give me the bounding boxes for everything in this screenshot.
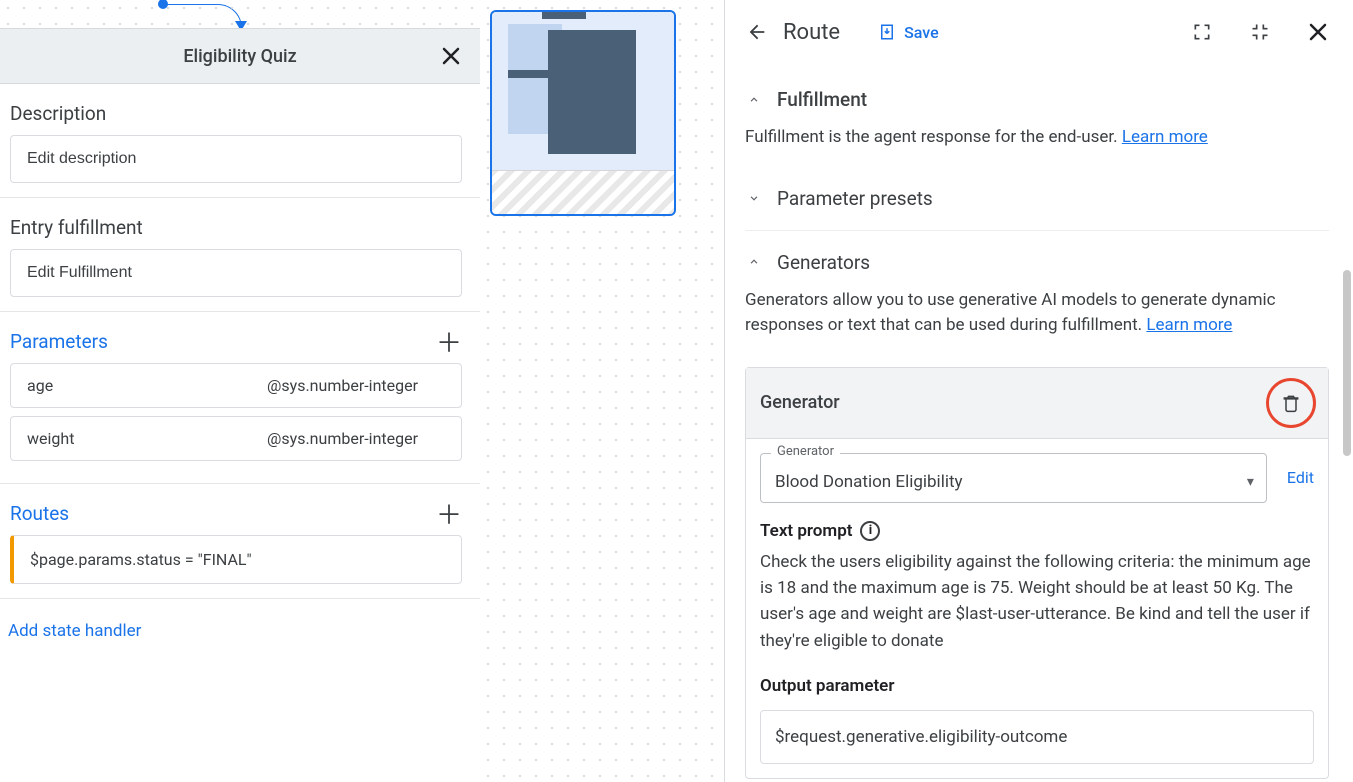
close-icon[interactable]	[440, 45, 462, 67]
chevron-down-icon	[745, 189, 763, 207]
generator-select-label: Generator	[771, 444, 840, 459]
text-prompt-label: Text prompt i	[760, 521, 1314, 541]
chevron-up-icon	[745, 91, 763, 109]
text-prompt-value: Check the users eligibility against the …	[760, 549, 1314, 654]
save-label: Save	[904, 23, 939, 42]
generators-section-header[interactable]: Generators	[745, 245, 1329, 288]
fulfillment-section-header[interactable]: Fulfillment	[745, 82, 1329, 125]
route-title: Route	[783, 20, 840, 45]
add-state-handler-link[interactable]: Add state handler	[0, 599, 480, 641]
dropdown-arrow-icon: ▾	[1247, 474, 1254, 490]
routes-section: Routes ＋ $page.params.status = "FINAL"	[0, 484, 480, 599]
route-condition: $page.params.status = "FINAL"	[30, 550, 252, 569]
parameters-section: Parameters ＋ age @sys.number-integer wei…	[0, 312, 480, 484]
generators-learn-more-link[interactable]: Learn more	[1146, 315, 1232, 335]
add-route-icon[interactable]: ＋	[436, 495, 462, 532]
scrollbar-thumb[interactable]	[1343, 270, 1351, 456]
output-parameter-field[interactable]: $request.generative.eligibility-outcome	[760, 710, 1314, 764]
edit-generator-link[interactable]: Edit	[1287, 468, 1314, 487]
page-title: Eligibility Quiz	[183, 46, 296, 67]
parameter-name: weight	[27, 429, 267, 448]
fullscreen-enter-icon[interactable]	[1191, 21, 1213, 43]
parameters-label[interactable]: Parameters	[8, 320, 108, 363]
parameter-row[interactable]: weight @sys.number-integer	[10, 416, 462, 461]
close-panel-icon[interactable]	[1307, 21, 1329, 43]
output-parameter-label: Output parameter	[760, 676, 1314, 696]
entry-fulfillment-label: Entry fulfillment	[8, 206, 472, 249]
route-panel-header: Route Save	[745, 0, 1329, 64]
generator-select-value: Blood Donation Eligibility	[775, 472, 963, 492]
generators-title: Generators	[777, 251, 870, 274]
delete-generator-button[interactable]	[1266, 378, 1316, 428]
parameter-type: @sys.number-integer	[267, 376, 418, 395]
route-panel: Route Save Fulfillment	[725, 0, 1353, 782]
parameter-presets-header[interactable]: Parameter presets	[745, 181, 1329, 214]
routes-label[interactable]: Routes	[8, 492, 69, 535]
fulfillment-title: Fulfillment	[777, 88, 867, 111]
save-button[interactable]: Save	[878, 23, 939, 42]
info-icon[interactable]: i	[860, 521, 880, 541]
parameter-name: age	[27, 376, 267, 395]
add-parameter-icon[interactable]: ＋	[436, 323, 462, 360]
description-label: Description	[8, 92, 472, 135]
chevron-up-icon	[745, 253, 763, 271]
fulfillment-learn-more-link[interactable]: Learn more	[1122, 127, 1208, 147]
generator-select[interactable]: Generator Blood Donation Eligibility ▾	[760, 453, 1267, 503]
edit-description-button[interactable]: Edit description	[10, 135, 462, 183]
flow-node-thumbnail[interactable]	[490, 10, 676, 216]
page-panel: Eligibility Quiz Description Edit descri…	[0, 0, 480, 782]
back-arrow-icon[interactable]	[745, 20, 769, 44]
fullscreen-exit-icon[interactable]	[1249, 21, 1271, 43]
fulfillment-description: Fulfillment is the agent response for th…	[745, 125, 1329, 173]
trash-icon	[1281, 393, 1301, 413]
page-header: Eligibility Quiz	[0, 28, 480, 84]
edit-fulfillment-button[interactable]: Edit Fulfillment	[10, 249, 462, 297]
parameter-row[interactable]: age @sys.number-integer	[10, 363, 462, 408]
entry-fulfillment-section: Entry fulfillment Edit Fulfillment	[0, 198, 480, 312]
generators-description: Generators allow you to use generative A…	[745, 288, 1329, 361]
generator-card-title: Generator	[760, 392, 840, 413]
description-section: Description Edit description	[0, 84, 480, 198]
output-parameter-value: $request.generative.eligibility-outcome	[775, 727, 1067, 747]
generator-card: Generator Generator Blood Donation Eligi…	[745, 367, 1329, 779]
route-row[interactable]: $page.params.status = "FINAL"	[10, 535, 462, 584]
parameter-type: @sys.number-integer	[267, 429, 418, 448]
flow-canvas-thumbnail-area	[480, 0, 724, 782]
parameter-presets-title: Parameter presets	[777, 187, 933, 210]
